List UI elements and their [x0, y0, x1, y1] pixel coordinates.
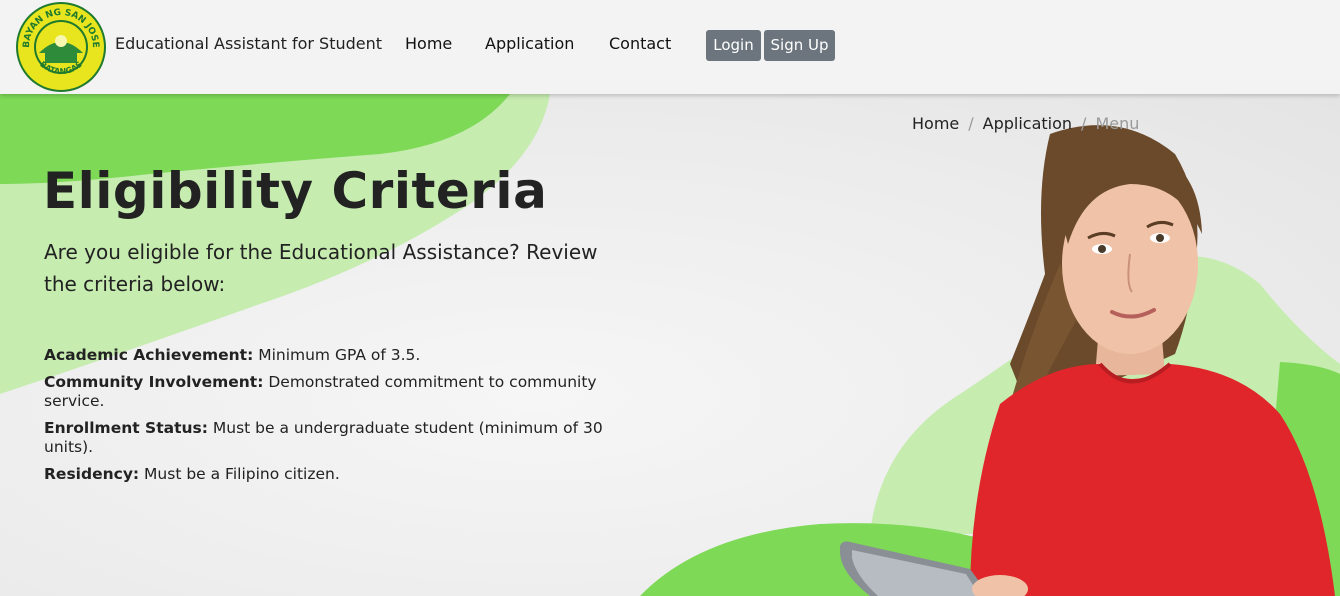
breadcrumb-separator: /: [1081, 114, 1087, 133]
criteria-text: Minimum GPA of 3.5.: [253, 346, 421, 364]
breadcrumb-active: Menu: [1095, 114, 1140, 133]
criteria-list: Academic Achievement: Minimum GPA of 3.5…: [44, 346, 619, 492]
criteria-item: Residency: Must be a Filipino citizen.: [44, 465, 619, 484]
criteria-item: Community Involvement: Demonstrated comm…: [44, 373, 619, 411]
navbar: BAYAN NG SAN JOSE BATANGAS Educational A…: [0, 0, 1340, 94]
criteria-item: Academic Achievement: Minimum GPA of 3.5…: [44, 346, 619, 365]
nav-link-application[interactable]: Application: [485, 34, 574, 53]
criteria-label: Residency:: [44, 465, 140, 483]
nav-link-contact[interactable]: Contact: [609, 34, 671, 53]
municipal-seal-icon[interactable]: BAYAN NG SAN JOSE BATANGAS: [15, 1, 107, 93]
nav-link-home[interactable]: Home: [405, 34, 452, 53]
breadcrumb: Home / Application / Menu: [912, 114, 1139, 133]
breadcrumb-application[interactable]: Application: [983, 114, 1072, 133]
login-button[interactable]: Login: [706, 30, 761, 61]
breadcrumb-separator: /: [968, 114, 974, 133]
page-subtitle: Are you eligible for the Educational Ass…: [44, 240, 598, 296]
criteria-text: Must be a Filipino citizen.: [139, 465, 340, 483]
page-title: Eligibility Criteria: [43, 162, 548, 220]
criteria-label: Academic Achievement:: [44, 346, 254, 364]
criteria-item: Enrollment Status: Must be a undergradua…: [44, 419, 619, 457]
criteria-label: Enrollment Status:: [44, 419, 208, 437]
breadcrumb-home[interactable]: Home: [912, 114, 959, 133]
signup-button[interactable]: Sign Up: [764, 30, 835, 61]
criteria-label: Community Involvement:: [44, 373, 264, 391]
student-with-tablet-photo: [840, 125, 1335, 596]
hero-section: Home / Application / Menu Eligibility Criter…: [0, 94, 1340, 596]
site-brand[interactable]: Educational Assistant for Student: [115, 34, 382, 53]
